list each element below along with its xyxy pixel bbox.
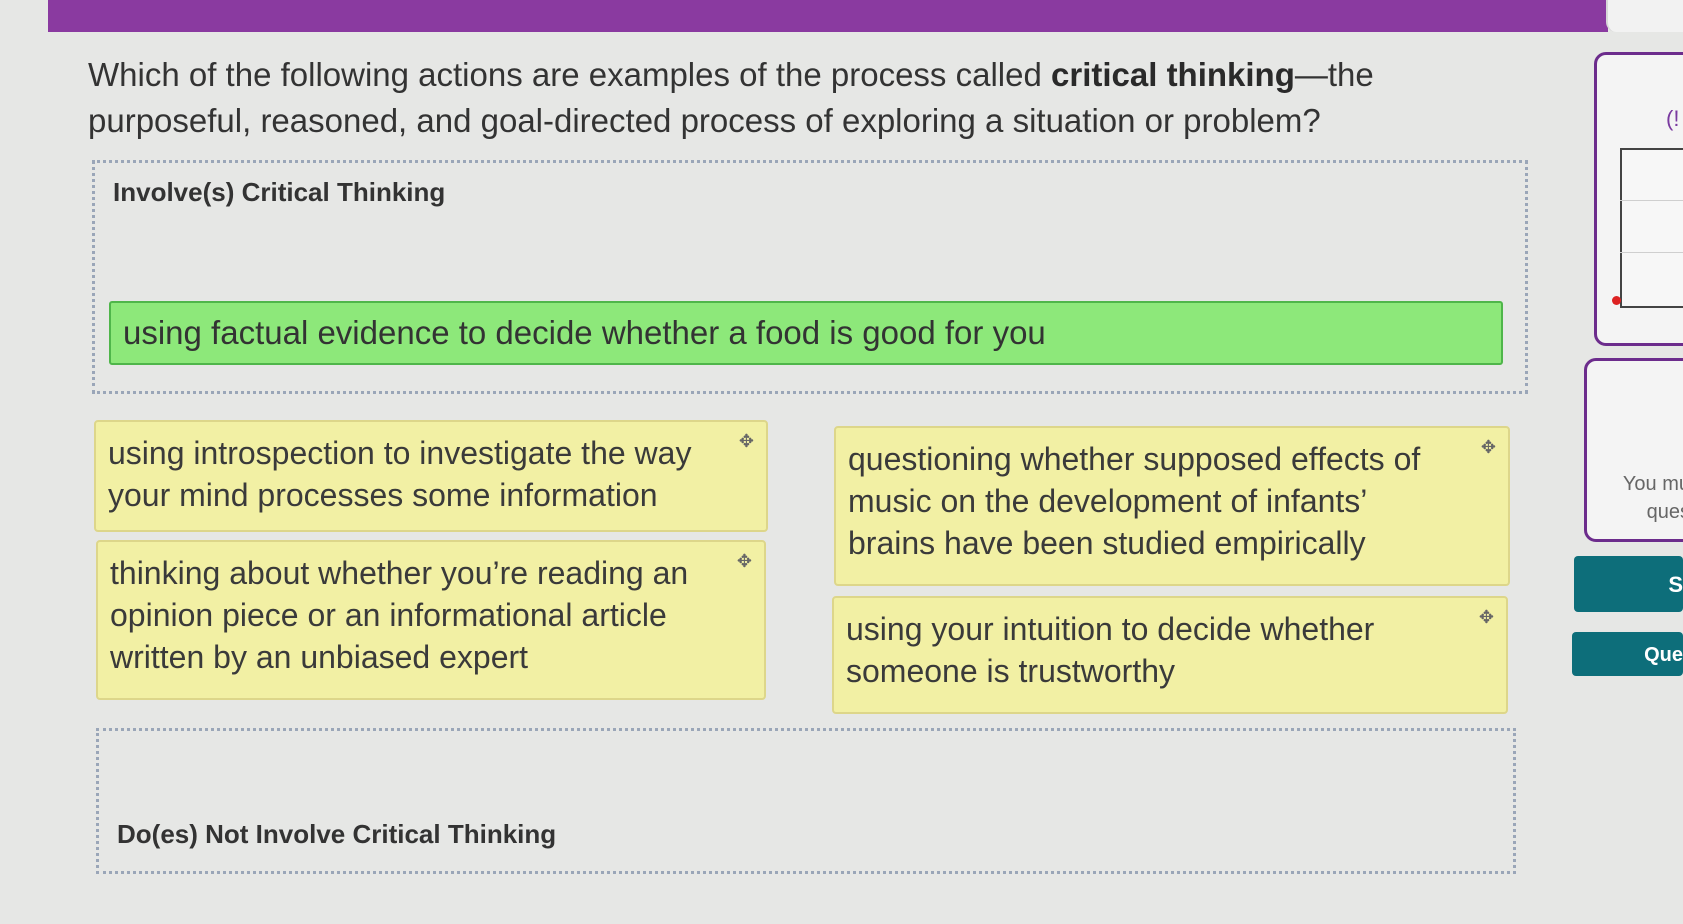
side-panel-line	[1620, 252, 1683, 253]
zone-title-not-involves: Do(es) Not Involve Critical Thinking	[117, 819, 557, 849]
placed-card[interactable]: using factual evidence to decide whether…	[109, 301, 1503, 365]
draggable-card[interactable]: thinking about whether you’re reading an…	[96, 540, 766, 700]
card-text: thinking about whether you’re reading an…	[110, 555, 689, 675]
drop-zone-involves[interactable]: Involve(s) Critical Thinking using factu…	[92, 160, 1528, 394]
question-button[interactable]: Que	[1572, 632, 1683, 676]
card-text: using introspection to investigate the w…	[108, 435, 692, 513]
draggable-card[interactable]: using your intuition to decide whether s…	[832, 596, 1508, 714]
card-text: questioning whether supposed effects of …	[848, 441, 1421, 561]
draggable-card[interactable]: questioning whether supposed effects of …	[834, 426, 1510, 586]
move-icon: ✥	[1480, 437, 1496, 457]
red-dot-icon	[1612, 296, 1621, 305]
top-header-bar	[48, 0, 1608, 32]
side-message: You mu ques	[1610, 470, 1683, 526]
side-message-line: You mu	[1622, 473, 1683, 495]
move-icon: ✥	[736, 551, 752, 571]
question-text: Which of the following actions are examp…	[88, 52, 1428, 144]
draggable-card[interactable]: using introspection to investigate the w…	[94, 420, 768, 532]
side-panel-line	[1620, 200, 1683, 201]
move-icon: ✥	[1478, 607, 1494, 627]
zone-title-involves: Involve(s) Critical Thinking	[113, 177, 446, 207]
top-right-tab[interactable]	[1606, 0, 1683, 32]
move-icon: ✥	[738, 431, 754, 451]
question-bold-term: critical thinking	[1051, 56, 1295, 93]
side-panel-paren: (!	[1666, 106, 1680, 131]
drop-zone-not-involves[interactable]: Do(es) Not Involve Critical Thinking	[96, 728, 1516, 874]
side-panel-inner	[1620, 148, 1683, 308]
card-text: using your intuition to decide whether s…	[846, 611, 1375, 689]
question-prefix: Which of the following actions are examp…	[88, 56, 1051, 93]
submit-button[interactable]: S	[1574, 556, 1683, 612]
side-message-line: ques	[1646, 501, 1683, 523]
